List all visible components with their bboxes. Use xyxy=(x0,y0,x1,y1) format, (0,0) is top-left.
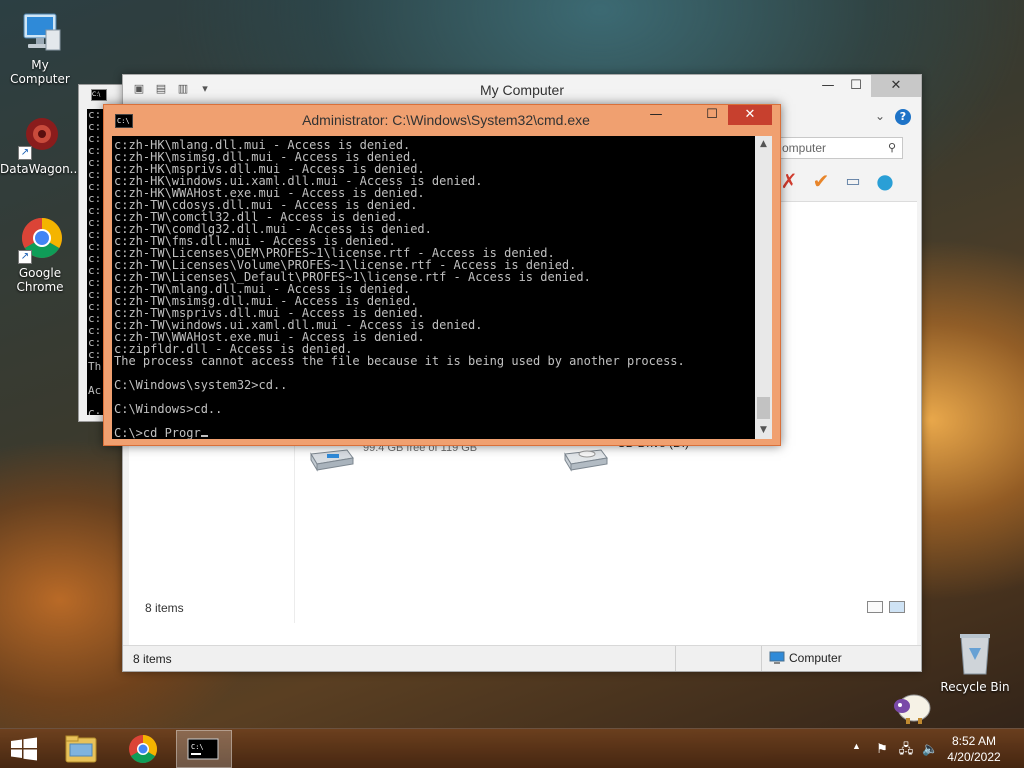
ribbon-actions: ✗ ✔ ▭ ● xyxy=(777,169,897,193)
shortcut-arrow-icon: ↗ xyxy=(18,250,32,264)
svg-text:C:\: C:\ xyxy=(191,743,204,751)
large-icons-view-icon[interactable] xyxy=(889,601,905,613)
cmd-scrollbar[interactable]: ▲ ▼ xyxy=(755,136,772,439)
explorer-title: My Computer xyxy=(479,82,565,98)
status-zone-label: Computer xyxy=(789,651,842,665)
desktop-icon-my-computer[interactable]: My Computer xyxy=(0,8,80,86)
cmd-output-text: c:zh-HK\mlang.dll.mui - Access is denied… xyxy=(114,138,685,439)
datawagon-icon: ↗ xyxy=(16,112,64,160)
cmd-console[interactable]: c:zh-HK\mlang.dll.mui - Access is denied… xyxy=(112,136,755,439)
show-hidden-icons-button[interactable]: ▲ xyxy=(852,741,861,751)
shortcut-arrow-icon: ↗ xyxy=(18,146,32,160)
explorer-maximize-button[interactable]: ☐ xyxy=(841,75,871,97)
computer-icon xyxy=(16,8,64,56)
status-items: 8 items xyxy=(133,652,172,666)
status-zone: Computer xyxy=(769,651,842,665)
taskbar-chrome[interactable] xyxy=(118,730,168,768)
desktop-icon-label: Google Chrome xyxy=(16,266,64,294)
help-icon[interactable]: ? xyxy=(895,109,911,125)
search-icon[interactable]: ⚲ xyxy=(888,141,896,154)
taskbar-cmd[interactable]: C:\ xyxy=(176,730,232,768)
network-icon[interactable]: ● xyxy=(873,169,897,193)
items-count: 8 items xyxy=(145,601,184,615)
cmd-output: c:zh-HK\mlang.dll.mui - Access is denied… xyxy=(114,139,755,439)
recycle-bin-icon xyxy=(951,630,999,678)
chrome-icon: ↗ xyxy=(16,216,64,264)
status-bar: 8 items Computer xyxy=(123,645,921,671)
explorer-close-button[interactable]: ✕ xyxy=(871,75,921,97)
search-input[interactable]: omputer ⚲ xyxy=(775,137,903,159)
details-view-icon[interactable] xyxy=(867,601,883,613)
checkmark-icon[interactable]: ✔ xyxy=(809,169,833,193)
windows-logo-icon xyxy=(11,737,37,761)
action-center-flag-icon[interactable]: ⚑ xyxy=(874,741,890,757)
network-icon[interactable]: 🖧 xyxy=(898,741,914,757)
desktop-icon-label: My Computer xyxy=(10,58,70,86)
computer-icon xyxy=(769,651,785,664)
explorer-titlebar[interactable]: ▣ ▤ ▥ ▾ My Computer — ☐ ✕ xyxy=(123,75,921,105)
clock-date: 4/20/2022 xyxy=(947,750,1001,764)
scroll-up-arrow-icon[interactable]: ▲ xyxy=(755,136,772,153)
cmd-titlebar[interactable]: C:\ Administrator: C:\Windows\System32\c… xyxy=(104,105,780,135)
scrollbar-thumb[interactable] xyxy=(757,397,770,419)
cmd-minimize-button[interactable]: — xyxy=(642,105,670,125)
cmd-icon: C:\ xyxy=(91,89,107,101)
cmd-cursor xyxy=(200,435,208,437)
desktop-icon-google-chrome[interactable]: ↗ Google Chrome xyxy=(0,216,80,294)
taskbar-file-explorer[interactable] xyxy=(56,730,106,768)
desktop-icon-recycle-bin[interactable]: Recycle Bin xyxy=(935,630,1015,694)
folder-icon xyxy=(65,735,97,763)
desktop-icon-label: DataWagon... xyxy=(0,162,82,176)
desktop-icon-datawagon[interactable]: ↗ DataWagon... xyxy=(0,112,82,176)
cmd-title: Administrator: C:\Windows\System32\cmd.e… xyxy=(302,112,590,128)
scroll-down-arrow-icon[interactable]: ▼ xyxy=(755,422,772,439)
rename-icon[interactable]: ▭ xyxy=(841,169,865,193)
clock[interactable]: 8:52 AM 4/20/2022 xyxy=(942,733,1006,765)
chrome-icon xyxy=(129,735,157,763)
desktop-icon-label: Recycle Bin xyxy=(940,680,1010,694)
cmd-close-button[interactable]: ✕ xyxy=(728,105,772,125)
clock-time: 8:52 AM xyxy=(951,734,997,748)
view-toggle xyxy=(867,601,905,613)
search-placeholder: omputer xyxy=(782,141,827,155)
start-button[interactable] xyxy=(10,737,38,761)
explorer-minimize-button[interactable]: — xyxy=(813,75,843,97)
cmd-window[interactable]: C:\ Administrator: C:\Windows\System32\c… xyxy=(103,104,781,446)
cmd-icon: C:\ xyxy=(187,738,219,760)
ribbon-collapse-icon[interactable]: ⌄ xyxy=(875,109,885,123)
cmd-maximize-button[interactable]: ☐ xyxy=(698,105,726,125)
sheep-mascot-icon xyxy=(890,690,932,726)
volume-muted-icon[interactable]: 🔈 xyxy=(922,741,938,757)
taskbar: C:\ ▲ ⚑ 🖧 🔈 8:52 AM 4/20/2022 xyxy=(0,728,1024,768)
